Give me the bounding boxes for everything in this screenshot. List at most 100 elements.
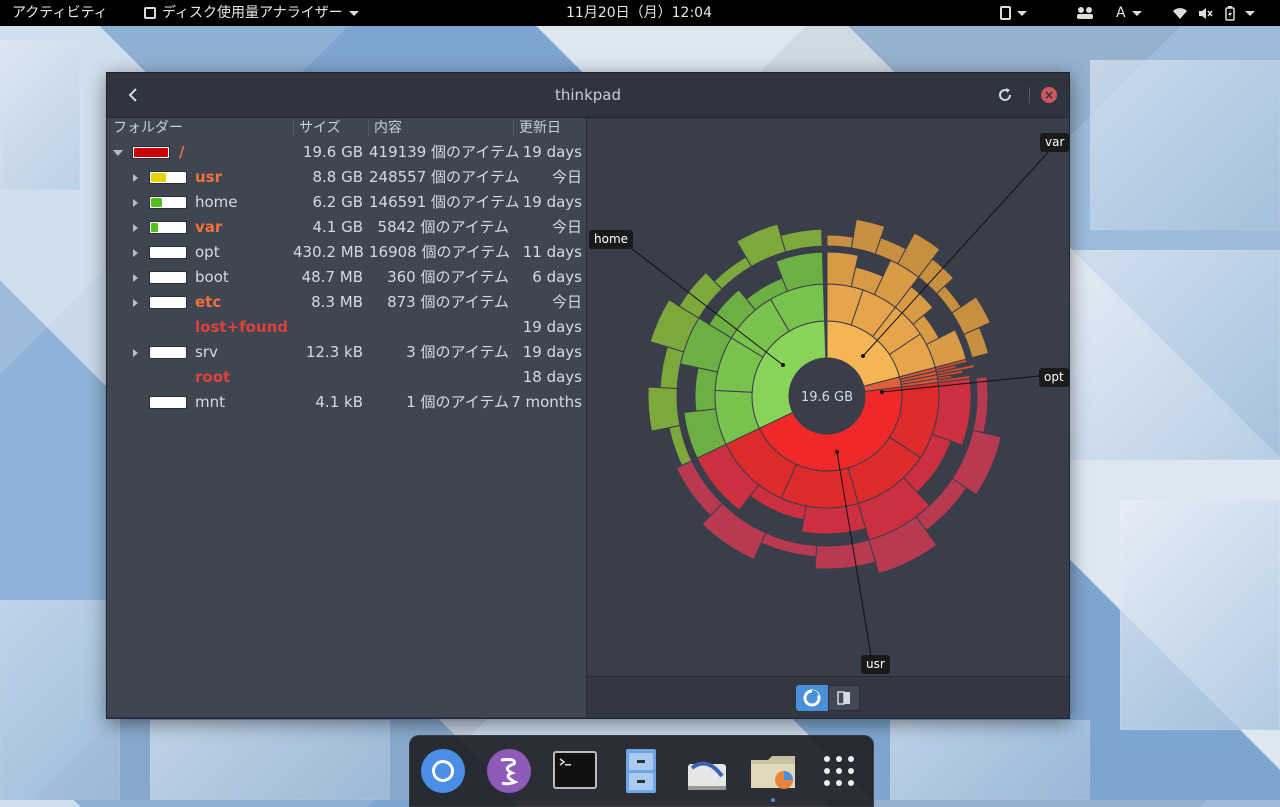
running-indicator <box>771 798 775 802</box>
usage-bar <box>149 346 187 359</box>
battery-charging-icon <box>1225 5 1235 21</box>
input-method-indicator[interactable]: A <box>1116 0 1142 26</box>
header-separator <box>1029 87 1030 103</box>
chart-pane: 19.6 GB var home opt usr <box>587 118 1070 718</box>
disk-usage-analyzer-icon[interactable] <box>748 746 798 796</box>
clipboard-icon <box>1000 6 1011 20</box>
usage-bar <box>149 271 187 284</box>
table-row[interactable]: mnt 4.1 kB 1 個のアイテム 7 months <box>107 390 586 415</box>
callout-anchor-dot <box>835 450 839 454</box>
chevron-down-icon <box>348 10 359 16</box>
table-row[interactable]: opt 430.2 MB 16908 個のアイテム 11 days <box>107 240 586 265</box>
sunburst-segment-usr[interactable] <box>972 376 989 434</box>
emacs-icon[interactable] <box>484 746 534 796</box>
folder-contents: 146591 個のアイテム <box>369 193 520 211</box>
folder-modified: 19 days <box>522 143 582 161</box>
close-icon: × <box>1043 88 1055 102</box>
column-header-size[interactable]: サイズ <box>299 118 341 138</box>
folder-name: opt <box>195 243 220 261</box>
sunburst-segment-home[interactable] <box>694 367 719 412</box>
sunburst-segment-home[interactable] <box>780 228 823 253</box>
folder-contents: 3 個のアイテム <box>406 343 509 361</box>
table-row[interactable]: etc 8.3 MB 873 個のアイテム 今日 <box>107 290 586 315</box>
expander-closed-icon[interactable] <box>133 224 138 232</box>
expander-closed-icon[interactable] <box>133 174 138 182</box>
folder-modified: 今日 <box>551 168 582 186</box>
sunburst-chart[interactable]: 19.6 GB <box>587 118 1069 676</box>
folder-name: var <box>195 218 223 236</box>
folder-name: mnt <box>195 393 225 411</box>
table-row[interactable]: lost+found 19 days <box>107 315 586 340</box>
app-menu[interactable]: ディスク使用量アナライザー <box>144 0 359 26</box>
callout-home: home <box>589 230 634 249</box>
folder-name: / <box>179 143 185 161</box>
folder-size: 12.3 kB <box>305 343 363 361</box>
sunburst-segment-var[interactable] <box>826 234 854 249</box>
usage-bar <box>149 396 187 409</box>
folder-size: 4.1 GB <box>312 218 363 236</box>
sunburst-segment-usr[interactable] <box>760 532 818 558</box>
expander-open-icon[interactable] <box>113 150 123 156</box>
usage-bar <box>149 296 187 309</box>
table-row[interactable]: / 19.6 GB 419139 個のアイテム 19 days <box>107 140 586 165</box>
disk-usage-analyzer-window: thinkpad × フォルダー サイズ 内容 更新日 / 19.6 GB 4191… <box>106 72 1070 719</box>
callout-anchor-dot <box>880 390 884 394</box>
clock[interactable]: 11月20日（月）12:04 <box>566 0 712 26</box>
top-panel: アクティビティ ディスク使用量アナライザー 11月20日（月）12:04 A <box>0 0 1280 26</box>
sunburst-segment-home[interactable] <box>659 346 685 389</box>
callout-opt: opt <box>1039 368 1069 387</box>
treemap-view-button[interactable] <box>828 685 860 711</box>
table-row[interactable]: home 6.2 GB 146591 個のアイテム 19 days <box>107 190 586 215</box>
table-row[interactable]: root 18 days <box>107 365 586 390</box>
scanner-icon[interactable] <box>682 746 732 796</box>
sunburst-segment-usr[interactable] <box>814 539 876 570</box>
folder-tree[interactable]: フォルダー サイズ 内容 更新日 /19.6 GB 419139 個のアイテム 19… <box>107 118 587 717</box>
folder-modified: 19 days <box>522 193 582 211</box>
expander-closed-icon[interactable] <box>133 249 138 257</box>
expander-closed-icon[interactable] <box>133 274 138 282</box>
folder-size: 48.7 MB <box>301 268 363 286</box>
close-button[interactable]: × <box>1041 87 1057 103</box>
folder-contents: 16908 個のアイテム <box>369 243 510 261</box>
usage-bar <box>149 221 187 234</box>
folder-size: 19.6 GB <box>302 143 363 161</box>
callout-anchor-dot <box>861 354 865 358</box>
callout-usr: usr <box>861 655 890 674</box>
folder-size: 6.2 GB <box>312 193 363 211</box>
usage-bar <box>149 246 187 259</box>
chromium-icon[interactable] <box>418 746 468 796</box>
back-button[interactable] <box>121 83 145 107</box>
rings-view-button[interactable] <box>796 685 828 711</box>
folder-size: 430.2 MB <box>293 243 364 261</box>
refresh-icon <box>999 88 1012 101</box>
column-header-contents[interactable]: 内容 <box>374 118 402 138</box>
chevron-left-icon <box>128 88 137 102</box>
column-header-folder[interactable]: フォルダー <box>113 118 183 138</box>
table-row[interactable]: srv 12.3 kB 3 個のアイテム 19 days <box>107 340 586 365</box>
system-menu[interactable] <box>1172 0 1256 26</box>
usage-bar <box>149 196 187 209</box>
table-row[interactable]: var 4.1 GB 5842 個のアイテム 今日 <box>107 215 586 240</box>
terminal-icon[interactable] <box>550 746 600 796</box>
column-header-modified[interactable]: 更新日 <box>519 118 561 138</box>
chart-toolbar <box>587 676 1069 718</box>
refresh-button[interactable] <box>993 83 1017 107</box>
people-icon[interactable] <box>1076 0 1094 26</box>
sunburst-segment-usr[interactable] <box>800 502 867 535</box>
expander-closed-icon[interactable] <box>133 299 138 307</box>
folder-contents: 248557 個のアイテム <box>369 168 520 186</box>
sunburst-segment-home[interactable] <box>647 386 681 432</box>
show-applications-icon[interactable] <box>814 746 864 796</box>
sunburst-segment-home[interactable] <box>713 256 753 290</box>
expander-closed-icon[interactable] <box>133 349 138 357</box>
activities-button[interactable]: アクティビティ <box>12 0 108 26</box>
folder-name: etc <box>195 293 222 311</box>
table-row[interactable]: boot 48.7 MB 360 個のアイテム 6 days <box>107 265 586 290</box>
folder-size: 8.3 MB <box>311 293 363 311</box>
folder-modified: 7 months <box>511 393 582 411</box>
file-cabinet-icon[interactable] <box>616 746 666 796</box>
folder-modified: 19 days <box>522 343 582 361</box>
clipboard-indicator[interactable] <box>1000 0 1027 26</box>
table-row[interactable]: usr 8.8 GB 248557 個のアイテム 今日 <box>107 165 586 190</box>
expander-closed-icon[interactable] <box>133 199 138 207</box>
